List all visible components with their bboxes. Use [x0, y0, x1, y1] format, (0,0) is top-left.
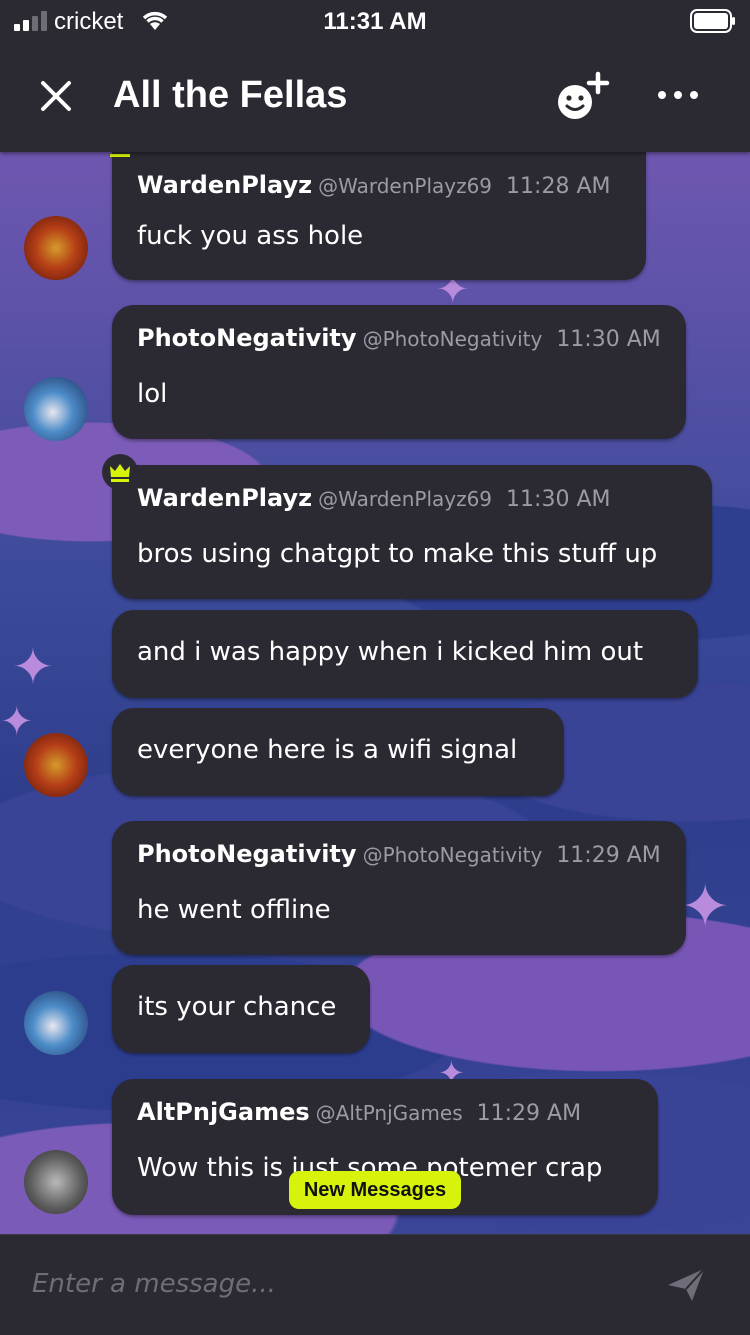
message-handle: @AltPnjGames — [315, 1101, 463, 1125]
message-time: 11:28 AM — [506, 174, 611, 199]
message-text: lol — [137, 379, 168, 409]
chat-title: All the Fellas — [113, 74, 348, 116]
new-messages-button[interactable]: New Messages — [289, 1171, 461, 1209]
message-handle: @WardenPlayz69 — [318, 487, 493, 511]
message-time: 11:29 AM — [476, 1101, 582, 1126]
message-username[interactable]: PhotoNegativity — [137, 324, 357, 352]
crown-icon — [110, 154, 130, 157]
chat-header: All the Fellas — [0, 44, 750, 152]
message-text: fuck you ass hole — [137, 221, 364, 251]
message-handle: @PhotoNegativity — [362, 327, 543, 351]
message-meta: WardenPlayz @WardenPlayz69 11:28 AM — [137, 171, 610, 199]
sparkle-decoration: ✦ — [12, 638, 54, 696]
message-bubble[interactable]: and i was happy when i kicked him out — [112, 610, 698, 698]
message-bubble[interactable]: everyone here is a wifi signal — [112, 708, 564, 796]
message-bubble[interactable]: WardenPlayz @WardenPlayz69 11:28 AM fuck y… — [112, 152, 646, 280]
message-list[interactable]: ✦ ✦ ✦ ✦ ✦ WardenPlayz @WardenPlayz69 11:28… — [0, 152, 750, 1234]
status-time: 11:31 AM — [323, 8, 427, 35]
message-bubble[interactable]: WardenPlayz @WardenPlayz69 11:30 AM bros u… — [112, 465, 712, 599]
more-options-button[interactable] — [654, 80, 702, 110]
message-composer — [0, 1234, 750, 1335]
avatar[interactable] — [24, 733, 88, 797]
message-handle: @PhotoNegativity — [362, 843, 543, 867]
message-handle: @WardenPlayz69 — [318, 174, 493, 198]
message-username[interactable]: WardenPlayz — [137, 171, 312, 199]
message-username[interactable]: AltPnjGames — [137, 1098, 310, 1126]
send-icon[interactable] — [666, 1265, 706, 1305]
status-bar: cricket 11:31 AM — [0, 0, 750, 44]
message-username[interactable]: PhotoNegativity — [137, 840, 357, 868]
crown-badge — [102, 454, 138, 490]
message-bubble[interactable]: PhotoNegativity @PhotoNegativity 11:29 AM … — [112, 821, 686, 955]
message-bubble[interactable]: its your chance — [112, 965, 370, 1053]
close-button[interactable] — [34, 74, 78, 118]
avatar[interactable] — [24, 991, 88, 1055]
avatar[interactable] — [24, 377, 88, 441]
message-text: everyone here is a wifi signal — [137, 735, 518, 765]
message-input[interactable] — [30, 1259, 634, 1309]
message-bubble[interactable]: PhotoNegativity @PhotoNegativity 11:30 AM … — [112, 305, 686, 439]
message-username[interactable]: WardenPlayz — [137, 484, 312, 512]
add-member-button[interactable] — [556, 70, 610, 122]
crown-icon — [110, 464, 130, 482]
message-time: 11:29 AM — [556, 843, 661, 868]
message-meta: PhotoNegativity @PhotoNegativity 11:30 AM — [137, 324, 661, 352]
message-time: 11:30 AM — [506, 487, 611, 512]
sparkle-decoration: ✦ — [680, 872, 731, 942]
message-meta: PhotoNegativity @PhotoNegativity 11:29 AM — [137, 840, 661, 868]
message-time: 11:30 AM — [556, 327, 661, 352]
message-text: bros using chatgpt to make this stuff up — [137, 539, 658, 569]
message-meta: WardenPlayz @WardenPlayz69 11:30 AM — [137, 484, 610, 512]
message-meta: AltPnjGames @AltPnjGames 11:29 AM — [137, 1098, 581, 1126]
sparkle-decoration: ✦ — [0, 699, 34, 745]
message-text: he went offline — [137, 895, 331, 925]
message-text: its your chance — [137, 992, 337, 1022]
avatar[interactable] — [24, 1150, 88, 1214]
battery-icon — [690, 9, 735, 33]
message-text: and i was happy when i kicked him out — [137, 637, 644, 667]
avatar[interactable] — [24, 216, 88, 280]
